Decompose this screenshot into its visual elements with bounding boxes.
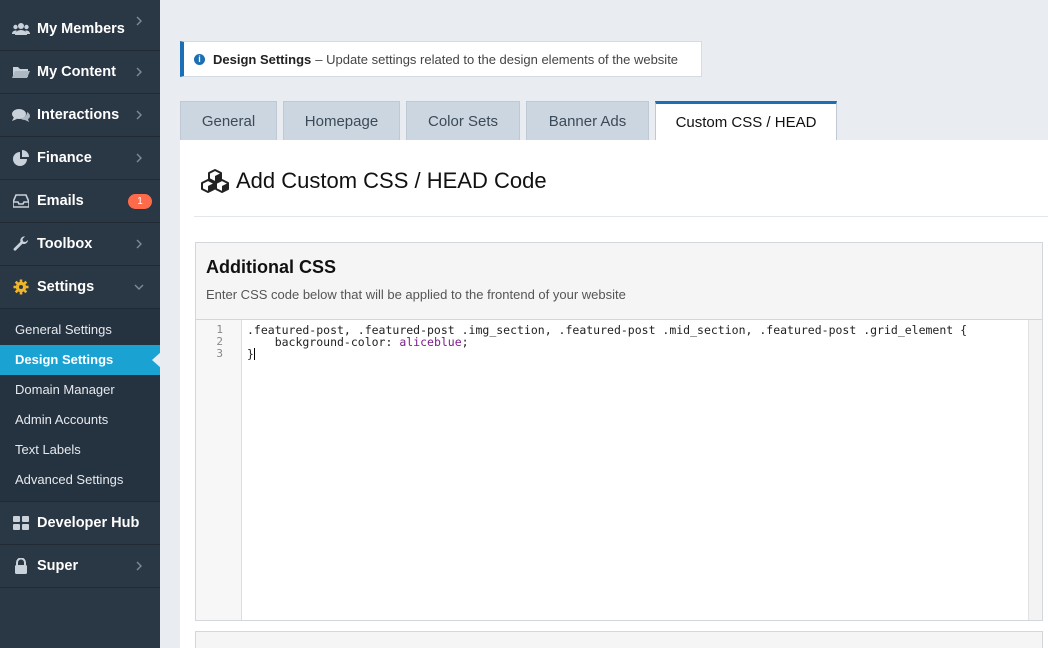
alert-text: – Update settings related to the design … xyxy=(315,51,679,67)
chevron-right-icon xyxy=(136,110,142,120)
alert-title: Design Settings xyxy=(213,51,312,67)
css-property: background-color: xyxy=(247,335,400,349)
code-line-2: background-color: aliceblue; xyxy=(247,336,469,348)
sidebar-item-super[interactable]: Super xyxy=(0,545,160,588)
submenu-item-advanced-settings[interactable]: Advanced Settings xyxy=(0,465,160,495)
css-code-editor[interactable]: 1 2 3 .featured-post, .featured-post .im… xyxy=(196,319,1042,620)
sidebar-item-settings[interactable]: Settings xyxy=(0,266,160,309)
submenu-item-general-settings[interactable]: General Settings xyxy=(0,315,160,345)
info-alert: i Design Settings – Update settings rela… xyxy=(180,41,702,77)
editor-scrollbar[interactable] xyxy=(1028,320,1042,620)
sidebar-item-label: Super xyxy=(37,558,79,574)
page-title: Add Custom CSS / HEAD Code xyxy=(236,168,547,193)
submenu-item-domain-manager[interactable]: Domain Manager xyxy=(0,375,160,405)
code-line-3: } xyxy=(247,348,255,360)
sidebar-item-label: Interactions xyxy=(37,107,120,123)
css-closing-brace: } xyxy=(247,347,254,361)
folder-icon xyxy=(12,63,30,81)
chevron-right-icon xyxy=(136,67,142,77)
card-description: Enter CSS code below that will be applie… xyxy=(206,287,626,302)
comments-icon xyxy=(12,106,30,124)
sidebar-item-toolbox[interactable]: Toolbox xyxy=(0,223,160,266)
line-number: 3 xyxy=(216,347,223,360)
lock-icon xyxy=(12,557,30,575)
submenu-item-admin-accounts[interactable]: Admin Accounts xyxy=(0,405,160,435)
sidebar-item-developer-hub[interactable]: Developer Hub xyxy=(0,502,160,545)
sidebar-item-finance[interactable]: Finance xyxy=(0,137,160,180)
head-code-card xyxy=(195,631,1043,648)
divider xyxy=(194,216,1048,217)
sidebar-item-label: My Members xyxy=(37,21,125,37)
tab-homepage[interactable]: Homepage xyxy=(283,101,400,140)
inbox-icon xyxy=(12,192,30,210)
text-cursor xyxy=(253,348,255,360)
sidebar-item-label: Toolbox xyxy=(37,236,93,252)
tab-banner-ads[interactable]: Banner Ads xyxy=(526,101,649,140)
settings-tabs: General Homepage Color Sets Banner Ads C… xyxy=(180,101,843,141)
css-value: aliceblue xyxy=(399,335,462,349)
sidebar-item-label: Emails xyxy=(37,193,84,209)
submenu-item-text-labels[interactable]: Text Labels xyxy=(0,435,160,465)
card-title: Additional CSS xyxy=(206,257,336,277)
sidebar-item-interactions[interactable]: Interactions xyxy=(0,94,160,137)
chevron-right-icon xyxy=(136,239,142,249)
gear-icon xyxy=(12,278,30,296)
chevron-right-icon xyxy=(136,561,142,571)
info-icon: i xyxy=(194,53,205,65)
sidebar-item-emails[interactable]: Emails 1 xyxy=(0,180,160,223)
chevron-down-icon xyxy=(134,284,144,290)
additional-css-card: Additional CSS Enter CSS code below that… xyxy=(195,242,1043,621)
tab-panel: Add Custom CSS / HEAD Code Additional CS… xyxy=(180,140,1048,648)
notification-badge: 1 xyxy=(128,194,152,209)
tab-general[interactable]: General xyxy=(180,101,277,140)
sidebar-item-label: Settings xyxy=(37,279,95,295)
sidebar-item-label: My Content xyxy=(37,64,116,80)
chevron-right-icon xyxy=(136,16,142,26)
sidebar-item-my-members[interactable]: My Members xyxy=(0,0,160,51)
chevron-right-icon xyxy=(136,153,142,163)
sidebar: My Members My Content Interactions Finan… xyxy=(0,0,161,648)
wrench-icon xyxy=(12,235,30,253)
sidebar-item-my-content[interactable]: My Content xyxy=(0,51,160,94)
sidebar-item-label: Finance xyxy=(37,150,92,166)
page-title-row: Add Custom CSS / HEAD Code xyxy=(200,168,547,194)
users-icon xyxy=(12,20,30,38)
line-number-gutter: 1 2 3 xyxy=(196,320,242,620)
cubes-icon xyxy=(201,169,229,193)
pie-chart-icon xyxy=(12,149,30,167)
sidebar-item-label: Developer Hub xyxy=(37,515,140,531)
submenu-item-design-settings[interactable]: Design Settings xyxy=(0,345,161,375)
settings-submenu: General Settings Design Settings Domain … xyxy=(0,309,161,502)
tab-color-sets[interactable]: Color Sets xyxy=(406,101,520,140)
css-semicolon: ; xyxy=(461,335,469,349)
grid-icon xyxy=(12,514,30,532)
tab-custom-css-head[interactable]: Custom CSS / HEAD xyxy=(655,101,837,141)
